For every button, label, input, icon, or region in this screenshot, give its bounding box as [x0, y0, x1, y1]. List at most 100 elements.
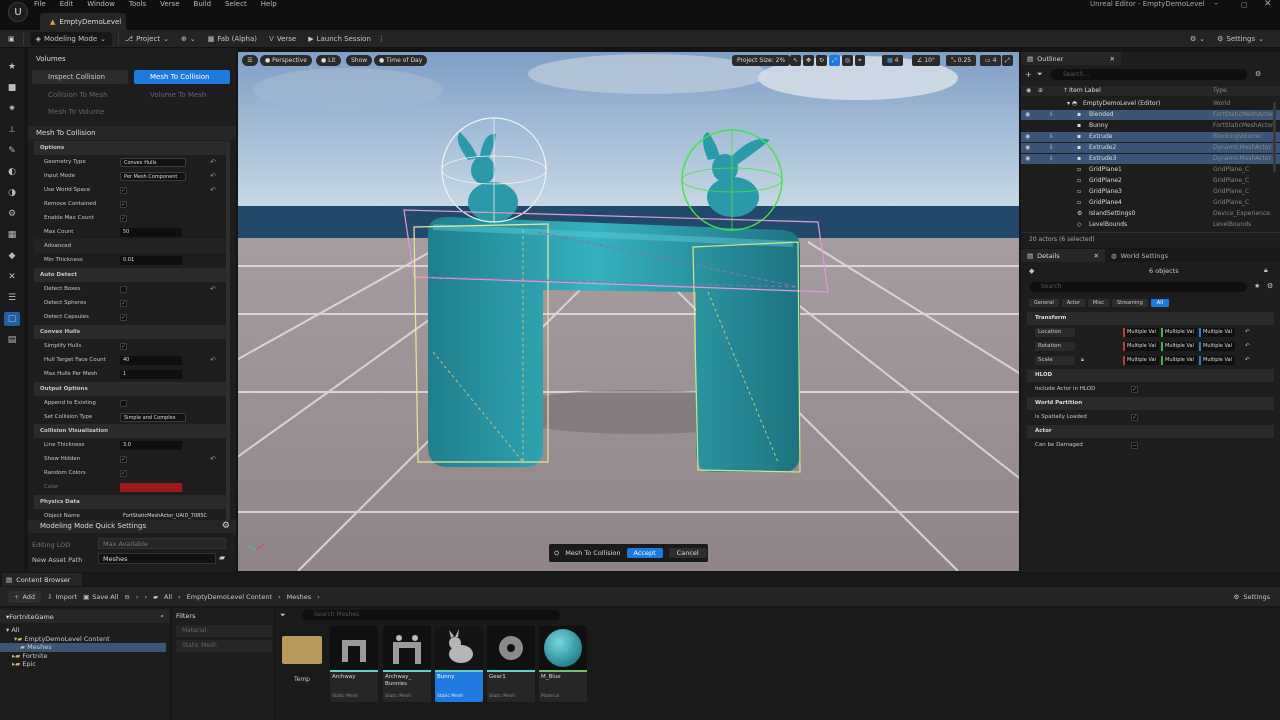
random-colors-checkbox[interactable]: ✓ [120, 469, 127, 477]
show-hidden-checkbox[interactable]: ✓ [120, 455, 127, 463]
max-hulls-input[interactable]: 1 [120, 369, 182, 379]
scale-x[interactable]: Multiple Val [1123, 356, 1159, 365]
min-thickness-input[interactable]: 0.01 [120, 255, 182, 265]
outliner-tab[interactable]: ▤ Outliner ✕ [1021, 52, 1121, 65]
add-actor-button[interactable]: ⊕ ⌄ [175, 32, 202, 46]
quick-settings-header[interactable]: Modeling Mode Quick Settings ⚙ [28, 520, 236, 533]
visibility-icon[interactable]: ◉ [1025, 110, 1030, 120]
simplify-hulls-checkbox[interactable]: ✓ [120, 342, 127, 350]
outliner-row[interactable]: ◉ ⇩ ▪ Extrude3 DynamicMeshActor [1021, 154, 1280, 164]
reset-icon[interactable]: ↶ [1245, 326, 1250, 339]
mode-selector[interactable]: ◈ Modeling Mode ⌄ [29, 31, 113, 46]
favorites-icon[interactable]: ★ [7, 62, 17, 72]
model-icon[interactable]: ✎ [7, 146, 17, 156]
physics-data-category[interactable]: Physics Data [34, 495, 226, 509]
rotate-icon[interactable]: ↻ [816, 55, 828, 66]
collision-vis-category[interactable]: Collision Visualization [34, 424, 226, 438]
breadcrumb-meshes[interactable]: Meshes [287, 593, 312, 601]
fab-button[interactable]: ▦ Fab (Alpha) [202, 32, 263, 46]
lock-icon[interactable]: 🔒︎ [1081, 354, 1084, 367]
back-icon[interactable]: ‹ [136, 593, 139, 601]
details-search-input[interactable]: Search [1029, 282, 1247, 292]
add-filter-icon[interactable]: + [1025, 70, 1032, 79]
time-of-day-button[interactable]: ● Time of Day [374, 55, 428, 66]
location-x[interactable]: Multiple Val [1123, 328, 1159, 337]
asset-tile[interactable]: Archway Static Mesh [330, 626, 378, 702]
xform-icon[interactable]: ✕ [7, 272, 17, 282]
add-button[interactable]: + Add [8, 590, 42, 603]
asset-tile[interactable]: Temp [280, 630, 324, 704]
filter-icon[interactable]: ⏷ [280, 611, 286, 620]
save-icon[interactable]: ▣ [0, 32, 23, 46]
settings-button[interactable]: ⚙ Settings ⌄ [1211, 32, 1270, 46]
outliner-row[interactable]: ◉ ⇩ ▪ Blended FortStaticMeshActor [1021, 110, 1280, 120]
grid-snap-button[interactable]: ▦ 4 [882, 55, 904, 66]
reset-icon[interactable]: ↶ [210, 285, 216, 293]
outliner-row[interactable]: ⚙ IslandSettings0 Device_Experience [1021, 209, 1280, 219]
lock-icon[interactable]: 🔒︎ [1264, 266, 1268, 275]
details-tab[interactable]: ▤ Details ✕ [1021, 249, 1105, 262]
menu-build[interactable]: Build [194, 0, 212, 10]
perspective-button[interactable]: ● Perspective [260, 55, 312, 66]
options-category[interactable]: Options [34, 141, 226, 155]
outliner-row[interactable]: ▫ GridPlane1 GridPlane_C [1021, 165, 1280, 175]
remove-contained-checkbox[interactable]: ✓ [120, 200, 127, 208]
pin-icon[interactable]: ⇩ [1049, 154, 1054, 164]
camera-speed-button[interactable]: ▭ 4 [980, 55, 1002, 66]
settings-icon[interactable]: ⚙ [1255, 70, 1261, 78]
detect-spheres-checkbox[interactable]: ✓ [120, 299, 127, 307]
tree-item-content[interactable]: ▾▰ EmptyDemoLevel Content [6, 635, 166, 644]
actor-category[interactable]: Actor [1027, 425, 1274, 438]
visibility-icon[interactable]: ◉ [1025, 154, 1030, 164]
bake-icon[interactable]: ◆ [7, 251, 17, 261]
outliner-row[interactable]: ◉ ⇩ ▪ Extrude BlockingVolume [1021, 132, 1280, 142]
accept-button[interactable]: Accept [626, 548, 663, 558]
maximize-icon[interactable]: ▢ [1241, 1, 1248, 9]
transform-category[interactable]: Transform [1027, 312, 1274, 325]
reset-icon[interactable]: ↶ [210, 158, 216, 166]
rotation-dropdown[interactable]: Rotation [1035, 342, 1075, 351]
geometry-type-dropdown[interactable]: Convex Hulls [120, 157, 186, 167]
filter-streaming[interactable]: Streaming [1111, 298, 1148, 307]
world-local-icon[interactable]: ◎ [841, 55, 854, 66]
rotation-z[interactable]: Multiple Val [1199, 342, 1235, 351]
reset-icon[interactable]: ↶ [210, 172, 216, 180]
mesh-to-volume-button[interactable]: Mesh To Volume [32, 105, 128, 119]
pin-icon[interactable]: ⇩ [1049, 143, 1054, 153]
level-viewport[interactable]: ☰ ● Perspective ● Lit Show ● Time of Day… [238, 52, 1019, 571]
menu-help[interactable]: Help [261, 0, 277, 10]
outliner-row[interactable]: ▫ GridPlane4 GridPlane_C [1021, 198, 1280, 208]
menu-verse[interactable]: Verse [160, 0, 179, 10]
location-dropdown[interactable]: Location [1035, 328, 1075, 337]
advanced-row[interactable]: Advanced [34, 239, 226, 253]
create-icon[interactable]: ■ [7, 83, 17, 93]
include-hlod-checkbox[interactable]: ✓ [1131, 386, 1138, 393]
set-collision-type-dropdown[interactable]: Simple and Complex [120, 412, 186, 422]
scrollbar[interactable] [226, 141, 230, 521]
cb-settings-button[interactable]: ⚙ Settings [1234, 593, 1271, 601]
convex-hulls-category[interactable]: Convex Hulls [34, 325, 226, 339]
can-be-damaged-checkbox[interactable]: − [1131, 442, 1138, 449]
mesh-to-collision-button[interactable]: Mesh To Collision [134, 70, 230, 84]
attributes-icon[interactable]: ⚙ [7, 209, 17, 219]
level-tab[interactable]: ▲ EmptyDemoLevel [40, 13, 126, 30]
angle-snap-button[interactable]: ∠ 10° [912, 55, 940, 66]
deform-icon[interactable]: ⟂ [7, 125, 17, 135]
menu-select[interactable]: Select [225, 0, 247, 10]
volume-to-mesh-button[interactable]: Volume To Mesh [134, 88, 230, 102]
collision-to-mesh-button[interactable]: Collision To Mesh [32, 88, 128, 102]
outliner-row[interactable]: ▫ GridPlane2 GridPlane_C [1021, 176, 1280, 186]
lit-button[interactable]: ● Lit [316, 55, 341, 66]
asset-tile[interactable]: Bunny Static Mesh [435, 626, 483, 702]
scale-icon[interactable]: ⤢ [829, 55, 840, 66]
visibility-icon[interactable]: ◉ [1025, 132, 1030, 142]
search-icon[interactable]: ⌕ [160, 612, 164, 621]
outliner-row[interactable]: ▫ GridPlane3 GridPlane_C [1021, 187, 1280, 197]
transform-icon[interactable]: ✷ [7, 104, 17, 114]
volumes-icon[interactable]: ▢ [4, 312, 20, 326]
folder-icon[interactable]: ▰ [153, 593, 158, 601]
detect-boxes-checkbox[interactable] [120, 285, 127, 293]
settings-icon[interactable]: ⚙ [1267, 282, 1273, 290]
maximize-viewport-icon[interactable]: ⤢ [1002, 55, 1013, 66]
type-header[interactable]: Type [1213, 86, 1227, 96]
